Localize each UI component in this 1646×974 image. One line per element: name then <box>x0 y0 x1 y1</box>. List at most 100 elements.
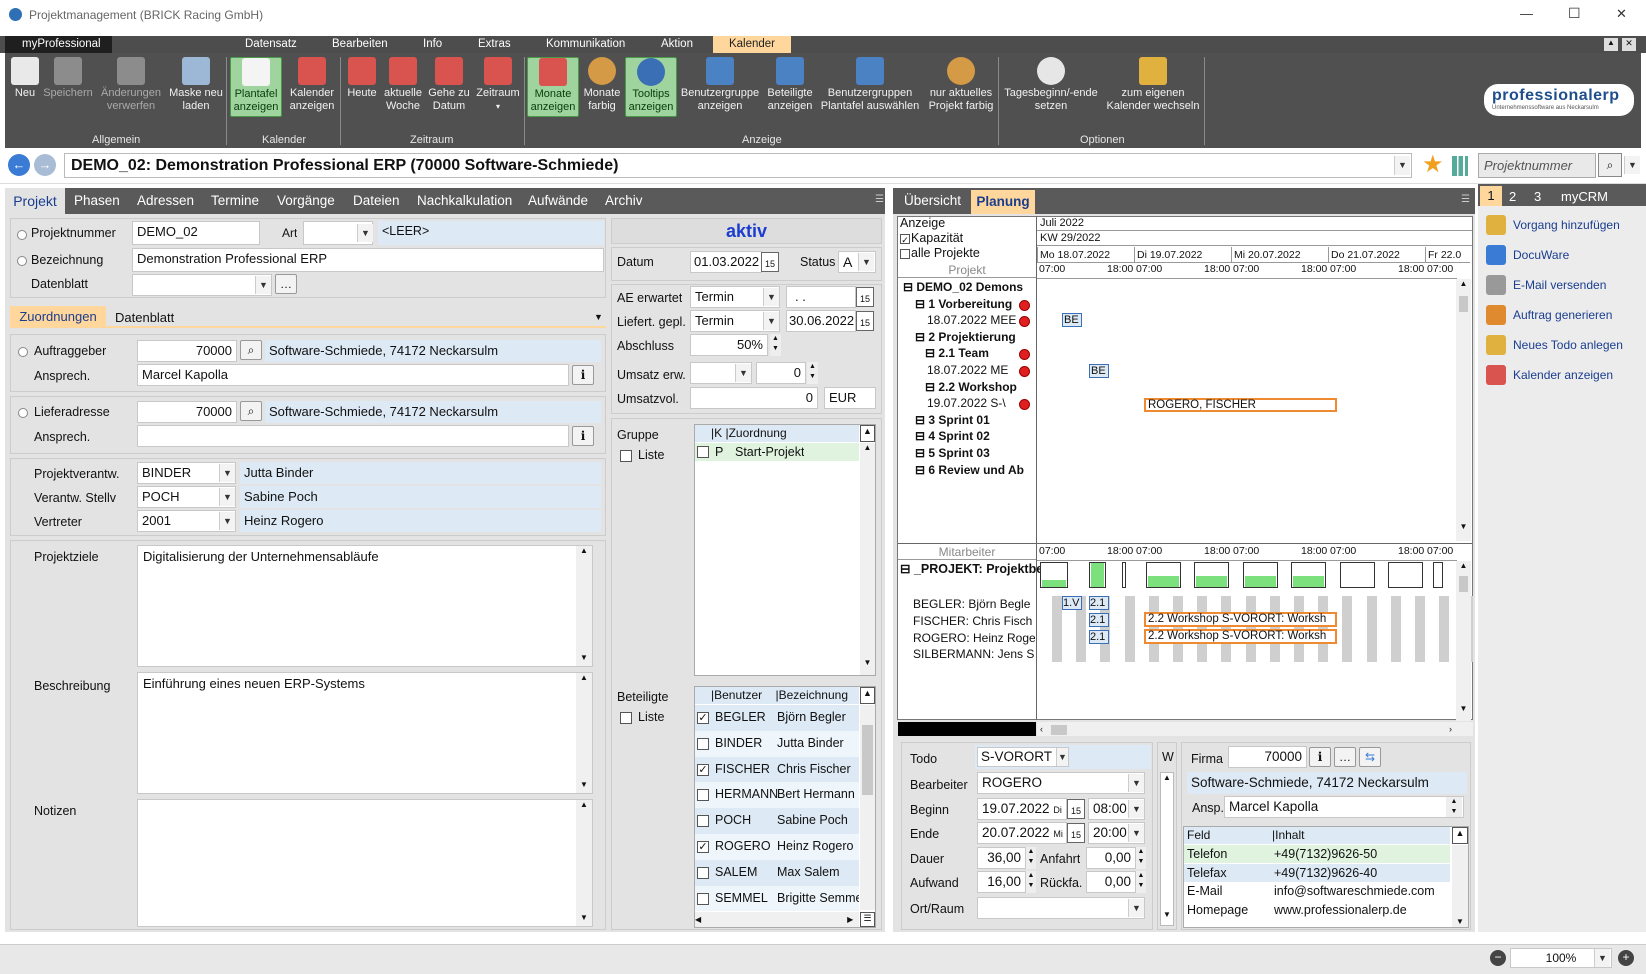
beteiligte-row-checkbox[interactable]: ✓ <box>697 841 709 853</box>
gantt-tree-item[interactable]: ⊟ 2.1 Team <box>925 346 1055 360</box>
lieferadresse-search-button[interactable]: ⌕ <box>240 401 262 421</box>
tab-adressen[interactable]: Adressen <box>137 193 194 208</box>
usergroup-button[interactable]: Benutzergruppe anzeigen <box>680 57 760 117</box>
favorite-star-icon[interactable]: ★ <box>1422 150 1444 179</box>
gantt-tree-item[interactable]: ⊟ 6 Review und Ab <box>915 463 1045 477</box>
beteiligte-row[interactable]: POCH Sabine Poch <box>695 808 859 834</box>
umsatz-spinner[interactable]: ▲ ▼ <box>807 362 818 384</box>
chart-icon[interactable] <box>1452 156 1468 176</box>
beteiligte-scroll-up[interactable]: ▲ <box>860 687 875 704</box>
staff-bar-rogero-21[interactable]: 2.1 <box>1089 630 1109 644</box>
zoom-in-button[interactable]: + <box>1618 950 1634 966</box>
umsatz-currency-dropdown[interactable]: ▼ <box>735 364 751 382</box>
ansprech2-field[interactable] <box>137 425 569 447</box>
ansprech-field[interactable]: Marcel Kapolla <box>137 364 569 386</box>
minimize-button[interactable]: — <box>1520 6 1533 21</box>
umsatz-field[interactable]: 0 <box>756 362 806 384</box>
firma-scrollbar[interactable]: ▼ <box>1452 845 1468 927</box>
current-week-button[interactable]: aktuelle Woche <box>382 57 424 117</box>
range-button[interactable]: Zeitraum ▾ <box>474 57 522 117</box>
status-dropdown[interactable]: ▼ <box>858 253 874 271</box>
beginn-time-dropdown[interactable]: ▼ <box>1128 800 1144 818</box>
bearbeiter-dropdown[interactable]: ▼ <box>1128 774 1144 792</box>
ende-time-dropdown[interactable]: ▼ <box>1128 824 1144 842</box>
ribbon-close-button[interactable]: ✕ <box>1622 38 1636 51</box>
ribbon-tab-kommunikation[interactable]: Kommunikation <box>546 38 625 50</box>
datum-field[interactable]: 01.03.2022 <box>690 251 762 273</box>
ziele-scrollbar[interactable]: ▲ ▼ <box>576 546 592 666</box>
verantw-dropdown[interactable]: ▼ <box>219 464 235 482</box>
currency-field[interactable]: EUR <box>824 387 876 409</box>
beteiligte-row[interactable]: HERMANN Bert Hermann <box>695 782 859 809</box>
zoom-out-button[interactable]: − <box>1490 950 1506 966</box>
anfahrt-spinner[interactable]: ▲ ▼ <box>1136 847 1146 869</box>
beteiligte-row-checkbox[interactable]: ✓ <box>697 712 709 724</box>
tree-collapse-icon[interactable]: ⊟ <box>915 330 928 344</box>
ribbon-tab-bearbeiten[interactable]: Bearbeiten <box>332 38 388 50</box>
gantt-bar-be-2[interactable]: BE <box>1089 364 1109 378</box>
project-colored-button[interactable]: nur aktuelles Projekt farbig <box>926 57 996 117</box>
gantt-tree-item[interactable]: ⊟ 3 Sprint 01 <box>915 413 1045 427</box>
ende-calendar-icon[interactable]: 15 <box>1067 823 1085 843</box>
ae-date[interactable]: . . <box>786 286 856 308</box>
ribbon-collapse-button[interactable]: ▲ <box>1604 38 1618 51</box>
beteiligte-menu-button[interactable]: ☰ <box>860 912 875 927</box>
aufwand-spinner[interactable]: ▲ ▼ <box>1026 871 1036 893</box>
gantt-tree-item[interactable]: ⊟ 5 Sprint 03 <box>915 446 1045 460</box>
tab-phasen[interactable]: Phasen <box>74 193 120 208</box>
liefert-calendar-icon[interactable]: 15 <box>856 311 874 331</box>
usergroup-select-button[interactable]: Benutzergruppen Plantafel auswählen <box>818 57 922 117</box>
staff-row-label[interactable]: BEGLER: Björn Begle <box>913 597 1035 611</box>
maximize-button[interactable]: ☐ <box>1568 5 1581 22</box>
search-icon[interactable]: ⌕ <box>1598 153 1622 177</box>
tab-uebersicht[interactable]: Übersicht <box>904 193 961 208</box>
auftraggeber-radio[interactable] <box>18 346 28 360</box>
todo-dropdown[interactable]: ▼ <box>1056 748 1068 766</box>
dauer-field[interactable]: 36,00 <box>977 847 1026 869</box>
liefert-date[interactable]: 30.06.2022 <box>786 310 856 332</box>
rueckfahrt-spinner[interactable]: ▲ ▼ <box>1136 871 1146 893</box>
notizen-textarea[interactable] <box>137 799 593 927</box>
tree-collapse-icon[interactable]: ⊟ <box>915 463 928 477</box>
stellv-dropdown[interactable]: ▼ <box>219 488 235 506</box>
beteiligte-row-checkbox[interactable] <box>697 892 709 905</box>
firma-row[interactable]: Homepage www.professionalerp.de <box>1184 900 1450 919</box>
gantt-tree-item[interactable]: ⊟ DEMO_02 Demons <box>903 280 1033 294</box>
right-tabs-menu-icon[interactable]: ☰ <box>1461 194 1470 205</box>
gantt-top-scrollbar[interactable]: ▲ ▼ <box>1456 279 1471 541</box>
staff-row-label[interactable]: FISCHER: Chris Fisch <box>913 614 1035 628</box>
beteiligte-row-checkbox[interactable]: ✓ <box>697 763 709 776</box>
tabs-menu-icon[interactable]: ☰ <box>875 194 884 205</box>
months-colored-button[interactable]: Monate farbig <box>582 57 622 117</box>
beteiligte-row-checkbox[interactable] <box>697 866 709 879</box>
lieferadresse-number[interactable]: 70000 <box>137 401 237 423</box>
tree-collapse-icon[interactable]: ⊟ <box>915 429 928 443</box>
tree-collapse-icon[interactable]: ⊟ <box>925 380 938 394</box>
auftraggeber-number[interactable]: 70000 <box>137 340 237 362</box>
ort-dropdown[interactable]: ▼ <box>1128 899 1144 917</box>
search-dropdown[interactable]: ▼ <box>1624 156 1640 174</box>
beteiligte-row-checkbox[interactable] <box>697 815 709 828</box>
calendar-show-button[interactable]: Kalender anzeigen <box>286 57 338 117</box>
ribbon-tab-info[interactable]: Info <box>423 38 442 50</box>
auftraggeber-search-button[interactable]: ⌕ <box>240 340 262 360</box>
beteiligte-row[interactable]: ✓ FISCHER Chris Fischer <box>695 756 859 783</box>
abschluss-spinner[interactable]: ▲ ▼ <box>770 334 781 356</box>
firma-number[interactable]: 70000 <box>1228 746 1307 768</box>
datenblatt-more-button[interactable]: … <box>275 274 297 294</box>
firma-row[interactable]: Telefax +49(7132)9626-40 <box>1184 863 1450 882</box>
crm-action-3[interactable]: Auftrag generieren <box>1486 303 1642 327</box>
firma-link-button[interactable]: ⇆ <box>1359 747 1381 767</box>
beteiligte-row-checkbox[interactable] <box>697 737 709 750</box>
anfahrt-field[interactable]: 0,00 <box>1086 847 1136 869</box>
firma-scroll-up[interactable]: ▲ <box>1452 827 1468 844</box>
daystart-button[interactable]: Tagesbeginn/-ende setzen <box>1002 57 1100 117</box>
gantt-hscrollbar[interactable]: ‹ › <box>1037 722 1473 736</box>
datenblatt-select[interactable] <box>132 274 272 296</box>
beteiligte-liste-checkbox[interactable] <box>620 712 632 724</box>
gruppe-liste-checkbox[interactable] <box>620 450 632 462</box>
beteiligte-row[interactable]: ✓ ROGERO Heinz Rogero <box>695 834 859 860</box>
beteiligte-row[interactable]: BINDER Jutta Binder <box>695 730 859 757</box>
ort-select[interactable] <box>977 897 1145 919</box>
beteiligte-scrollbar[interactable] <box>860 705 875 910</box>
